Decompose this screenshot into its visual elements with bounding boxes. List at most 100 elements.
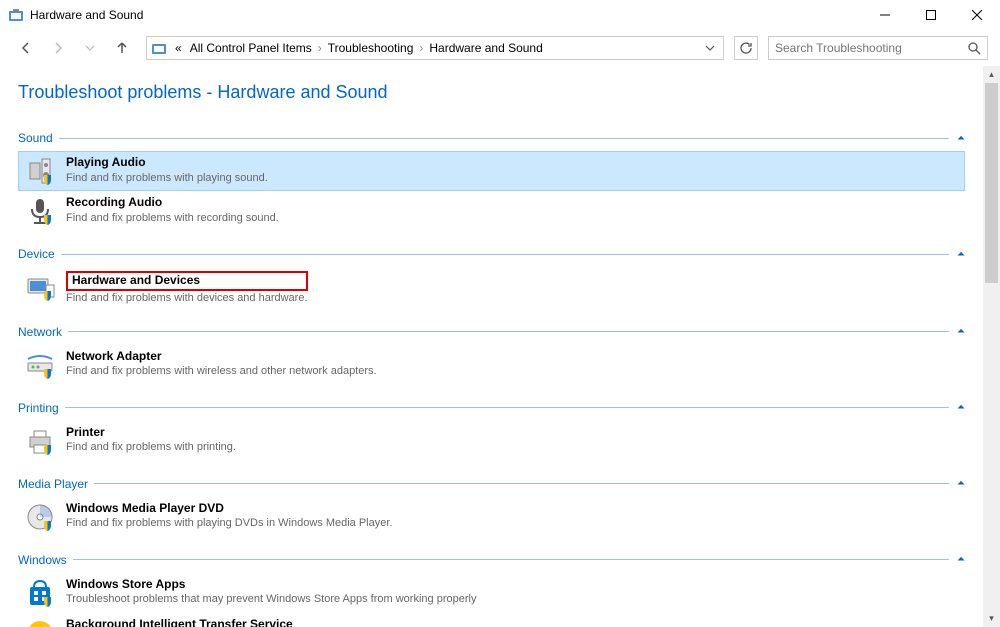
content-area: Troubleshoot problems - Hardware and Sou… <box>0 66 983 627</box>
maximize-button[interactable] <box>908 0 954 30</box>
section-title: Printing <box>18 401 65 415</box>
troubleshooter-item[interactable]: Playing AudioFind and fix problems with … <box>18 151 965 191</box>
item-title: Network Adapter <box>66 349 377 365</box>
section: Device ⏶ Hardware and DevicesFind and fix … <box>18 247 965 309</box>
collapse-caret-icon[interactable]: ⏶ <box>949 478 965 489</box>
section-header[interactable]: Sound ⏶ <box>18 131 965 145</box>
chevron-right-icon: › <box>316 41 324 55</box>
collapse-caret-icon[interactable]: ⏶ <box>949 133 965 144</box>
item-description: Find and fix problems with wireless and … <box>66 364 377 378</box>
vertical-scrollbar[interactable]: ▴ ▾ <box>983 66 1000 627</box>
troubleshooter-item[interactable]: Recording AudioFind and fix problems wit… <box>18 191 965 231</box>
item-text: Recording AudioFind and fix problems wit… <box>66 195 279 225</box>
breadcrumb: « All Control Panel Items › Troubleshoot… <box>171 41 701 55</box>
scroll-thumb[interactable] <box>985 83 998 283</box>
section-header[interactable]: Network ⏶ <box>18 325 965 339</box>
breadcrumb-item[interactable]: All Control Panel Items <box>186 41 316 55</box>
search-box[interactable] <box>768 36 988 60</box>
collapse-caret-icon[interactable]: ⏶ <box>949 326 965 337</box>
page-title: Troubleshoot problems - Hardware and Sou… <box>18 82 965 103</box>
dvd-icon <box>24 501 56 533</box>
minimize-button[interactable] <box>862 0 908 30</box>
network-icon <box>24 349 56 381</box>
window-title: Hardware and Sound <box>30 8 862 22</box>
item-title: Background Intelligent Transfer Service <box>66 617 293 627</box>
item-title: Playing Audio <box>66 155 268 171</box>
item-title: Hardware and Devices <box>66 271 308 291</box>
navbar: « All Control Panel Items › Troubleshoot… <box>0 30 1000 66</box>
section-header[interactable]: Windows ⏶ <box>18 553 965 567</box>
item-text: Windows Media Player DVDFind and fix pro… <box>66 501 392 531</box>
store-icon <box>24 577 56 609</box>
item-text: Network AdapterFind and fix problems wit… <box>66 349 377 379</box>
breadcrumb-item[interactable]: Hardware and Sound <box>425 41 546 55</box>
section-divider <box>59 138 949 139</box>
troubleshooter-item[interactable]: Windows Media Player DVDFind and fix pro… <box>18 497 965 537</box>
scroll-up-button[interactable]: ▴ <box>983 66 1000 83</box>
section: Printing ⏶ PrinterFind and fix problems wi… <box>18 401 965 461</box>
collapse-caret-icon[interactable]: ⏶ <box>949 554 965 565</box>
section-title: Sound <box>18 131 59 145</box>
location-icon <box>151 40 167 56</box>
section-divider <box>61 254 949 255</box>
collapse-caret-icon[interactable]: ⏶ <box>949 249 965 260</box>
troubleshooter-item[interactable]: Background Intelligent Transfer Service <box>18 613 965 627</box>
titlebar: Hardware and Sound <box>0 0 1000 30</box>
up-button[interactable] <box>108 34 136 62</box>
item-title: Printer <box>66 425 236 441</box>
section: Windows ⏶ Windows Store AppsTroubleshoot p… <box>18 553 965 627</box>
window-controls <box>862 0 1000 30</box>
bits-icon <box>24 617 56 627</box>
search-icon[interactable] <box>967 41 981 55</box>
breadcrumb-pre[interactable]: « <box>171 41 186 55</box>
troubleshooter-item[interactable]: Hardware and DevicesFind and fix problem… <box>18 267 965 309</box>
item-text: PrinterFind and fix problems with printi… <box>66 425 236 455</box>
section-title: Device <box>18 247 61 261</box>
refresh-button[interactable] <box>734 36 758 60</box>
troubleshooter-item[interactable]: Windows Store AppsTroubleshoot problems … <box>18 573 965 613</box>
close-button[interactable] <box>954 0 1000 30</box>
item-text: Hardware and DevicesFind and fix problem… <box>66 271 308 305</box>
section-divider <box>68 331 949 332</box>
scroll-down-button[interactable]: ▾ <box>983 610 1000 627</box>
back-button[interactable] <box>12 34 40 62</box>
troubleshooter-item[interactable]: Network AdapterFind and fix problems wit… <box>18 345 965 385</box>
item-description: Find and fix problems with printing. <box>66 440 236 454</box>
item-description: Find and fix problems with playing sound… <box>66 171 268 185</box>
section: Media Player⏶ Windows Media Player DVDFin… <box>18 477 965 537</box>
address-bar[interactable]: « All Control Panel Items › Troubleshoot… <box>146 36 724 60</box>
item-description: Find and fix problems with recording sou… <box>66 211 279 225</box>
printer-icon <box>24 425 56 457</box>
recent-dropdown[interactable] <box>76 34 104 62</box>
item-text: Background Intelligent Transfer Service <box>66 617 293 627</box>
section-title: Windows <box>18 553 73 567</box>
item-description: Find and fix problems with devices and h… <box>66 291 308 305</box>
mic-icon <box>24 195 56 227</box>
section-header[interactable]: Media Player⏶ <box>18 477 965 491</box>
section: Network ⏶ Network AdapterFind and fix prob… <box>18 325 965 385</box>
section-divider <box>94 483 949 484</box>
breadcrumb-item[interactable]: Troubleshooting <box>324 41 418 55</box>
forward-button[interactable] <box>44 34 72 62</box>
troubleshooter-item[interactable]: PrinterFind and fix problems with printi… <box>18 421 965 461</box>
item-text: Windows Store AppsTroubleshoot problems … <box>66 577 476 607</box>
device-icon <box>24 271 56 303</box>
section-title: Network <box>18 325 68 339</box>
section-divider <box>73 559 949 560</box>
item-description: Troubleshoot problems that may prevent W… <box>66 592 476 606</box>
item-title: Windows Media Player DVD <box>66 501 392 517</box>
item-title: Windows Store Apps <box>66 577 476 593</box>
section-header[interactable]: Printing ⏶ <box>18 401 965 415</box>
section-header[interactable]: Device ⏶ <box>18 247 965 261</box>
collapse-caret-icon[interactable]: ⏶ <box>949 402 965 413</box>
address-dropdown[interactable] <box>701 43 719 53</box>
section-divider <box>65 407 949 408</box>
item-description: Find and fix problems with playing DVDs … <box>66 516 392 530</box>
scroll-track[interactable] <box>983 83 1000 610</box>
item-text: Playing AudioFind and fix problems with … <box>66 155 268 185</box>
speaker-icon <box>24 155 56 187</box>
item-title: Recording Audio <box>66 195 279 211</box>
section: Sound⏶Playing AudioFind and fix problems… <box>18 131 965 231</box>
chevron-right-icon: › <box>417 41 425 55</box>
search-input[interactable] <box>775 41 967 55</box>
